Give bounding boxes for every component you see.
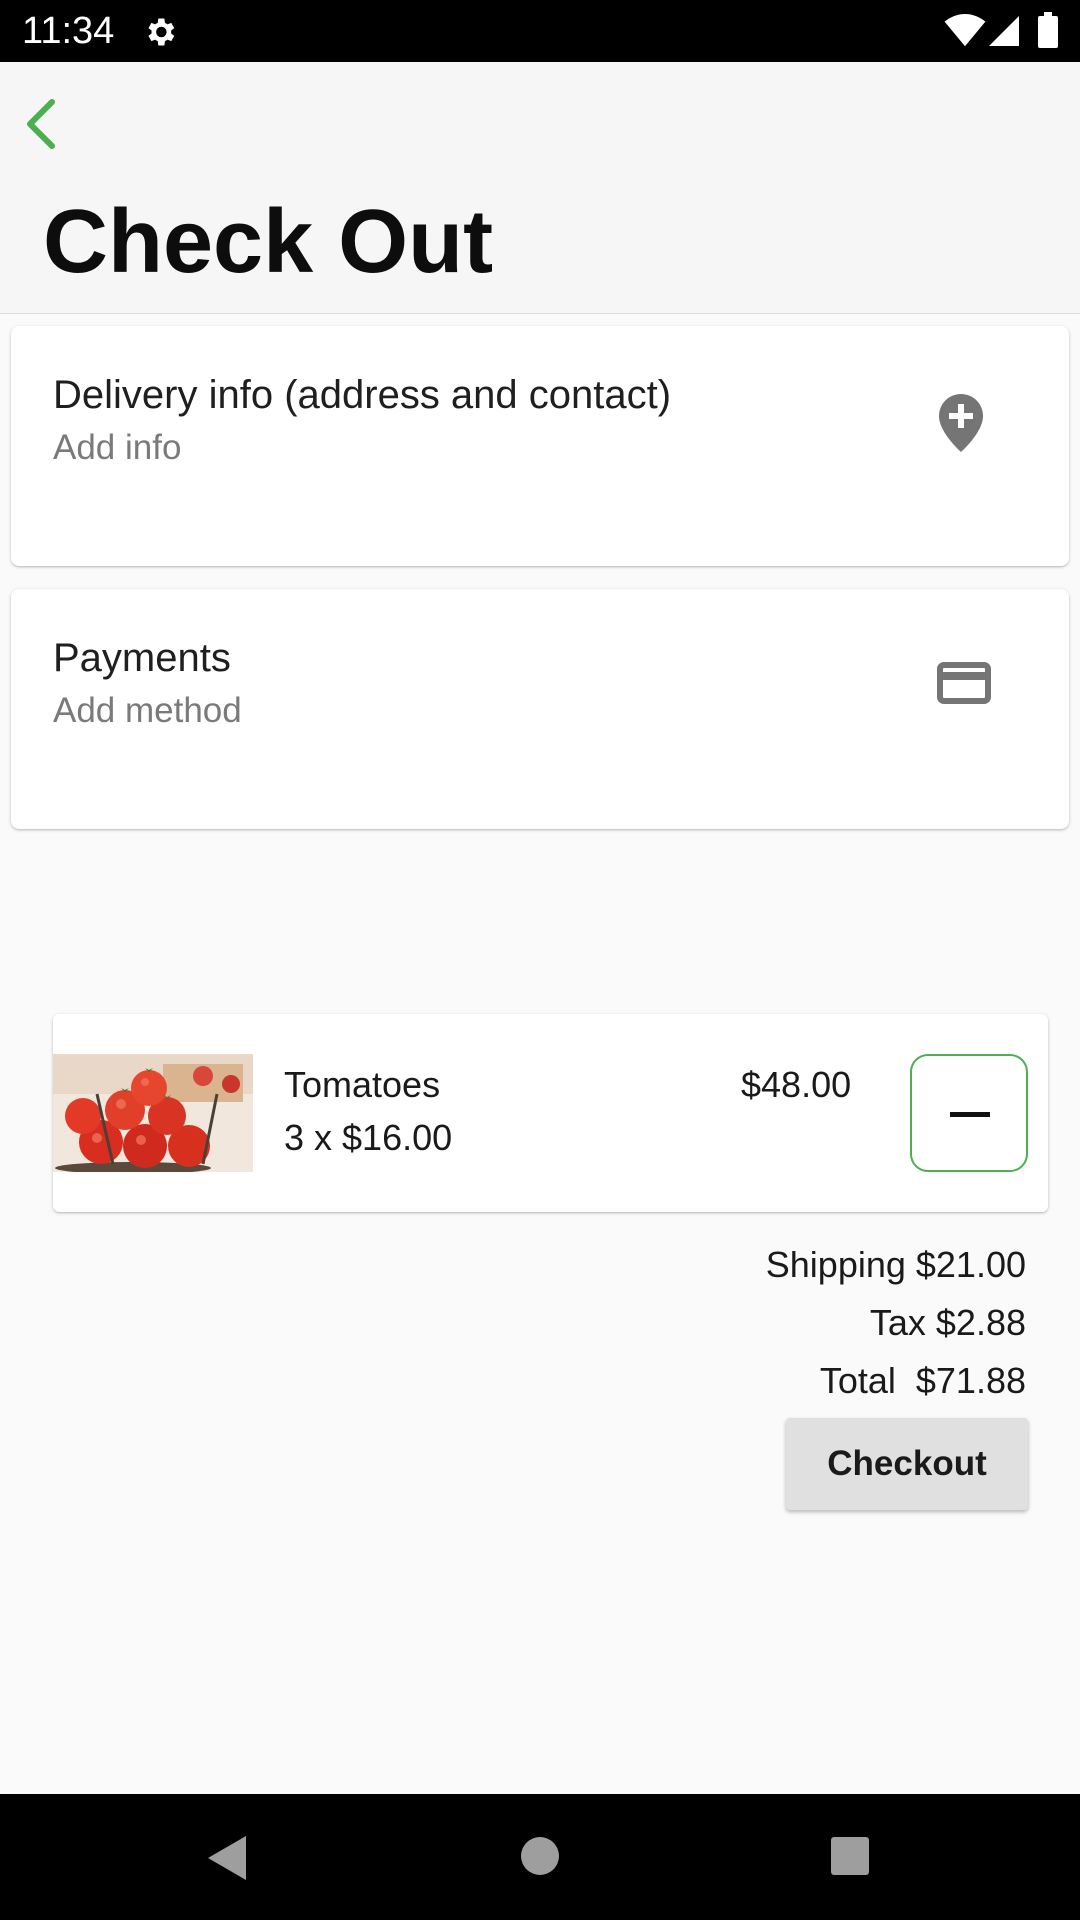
delivery-info-subtitle: Add info <box>53 428 182 467</box>
chevron-left-icon <box>27 99 55 149</box>
status-time: 11:34 <box>22 10 115 52</box>
page-title: Check Out <box>43 192 494 292</box>
app-bar: Check Out <box>0 62 1080 314</box>
payments-card[interactable]: Payments Add method <box>11 589 1069 829</box>
order-total: Total $71.88 <box>819 1360 1026 1401</box>
minus-icon <box>950 1112 990 1117</box>
nav-back-icon[interactable] <box>206 1834 248 1882</box>
payments-title: Payments <box>53 636 231 680</box>
battery-icon <box>1038 12 1058 48</box>
remove-item-button[interactable] <box>910 1054 1028 1172</box>
add-location-icon <box>939 394 983 452</box>
tomatoes-photo <box>53 1054 253 1172</box>
item-name: Tomatoes <box>284 1064 441 1105</box>
nav-recents-icon[interactable] <box>830 1836 870 1876</box>
credit-card-icon <box>937 662 991 704</box>
delivery-info-card[interactable]: Delivery info (address and contact) Add … <box>11 326 1069 566</box>
wifi-icon <box>944 14 986 47</box>
navigation-bar <box>0 1794 1080 1920</box>
cart-item: Tomatoes 3 x $16.00 $48.00 <box>53 1014 1048 1212</box>
signal-icon <box>989 16 1019 46</box>
tax-amount: Tax $2.88 <box>869 1302 1026 1343</box>
gear-icon <box>148 18 175 46</box>
back-button[interactable] <box>14 90 76 158</box>
delivery-info-title: Delivery info (address and contact) <box>53 373 672 417</box>
item-quantity: 3 x $16.00 <box>284 1117 453 1158</box>
nav-home-icon[interactable] <box>520 1836 560 1876</box>
payments-subtitle: Add method <box>53 691 242 730</box>
shipping-cost: Shipping $21.00 <box>765 1244 1026 1285</box>
status-bar: 11:34 <box>0 0 1080 62</box>
checkout-button[interactable]: Checkout <box>786 1418 1028 1510</box>
